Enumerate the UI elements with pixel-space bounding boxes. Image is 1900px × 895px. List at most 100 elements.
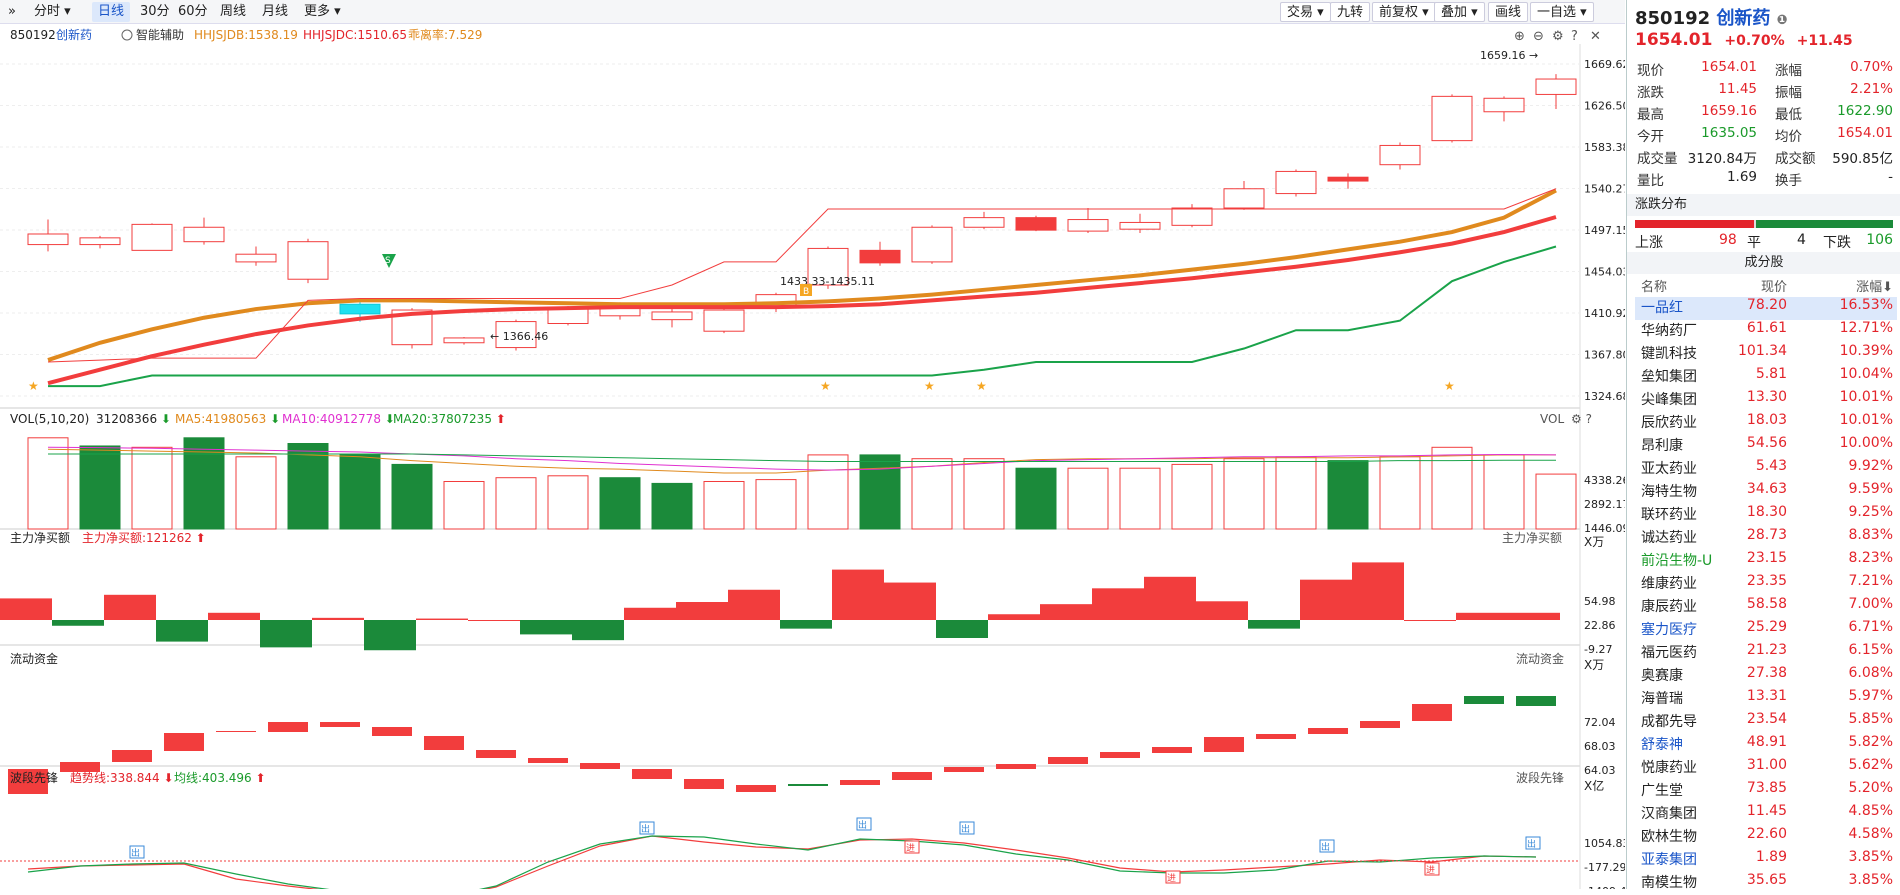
stock-name: 键凯科技 — [1641, 346, 1697, 362]
tab-timeshare[interactable]: 分时 ▾ — [28, 2, 77, 22]
vol-bar — [807, 454, 849, 530]
tab-more[interactable]: 更多 ▾ — [298, 2, 347, 22]
vol-bar — [79, 445, 121, 530]
zl-value: 主力净买额:121262 ⬆ — [82, 531, 206, 545]
ld-bar — [1100, 752, 1140, 758]
trade-button[interactable]: 交易 ▾ — [1280, 2, 1331, 22]
bd-in-marker: 进 — [904, 840, 920, 854]
minus-icon[interactable]: ⊖ — [1533, 29, 1544, 44]
vol-bar — [599, 477, 641, 530]
stock-name: 辰欣药业 — [1641, 415, 1697, 431]
vol-bar — [1067, 467, 1109, 530]
stock-pct: 6.08% — [1848, 665, 1893, 681]
overlay-button[interactable]: 叠加 ▾ — [1434, 2, 1485, 22]
stock-row[interactable]: 键凯科技 101.34 10.39% — [1635, 343, 1897, 366]
stock-row[interactable]: 诚达药业 28.73 8.83% — [1635, 527, 1897, 550]
axis-unit: X万 — [1584, 535, 1604, 549]
col-price[interactable]: 现价 — [1761, 276, 1787, 295]
vol-bar — [131, 446, 173, 530]
stock-row[interactable]: 悦康药业 31.00 5.62% — [1635, 757, 1897, 780]
stock-row[interactable]: 联环药业 18.30 9.25% — [1635, 504, 1897, 527]
stock-row[interactable]: 塞力医疗 25.29 6.71% — [1635, 619, 1897, 642]
stock-row[interactable]: 维康药业 23.35 7.21% — [1635, 573, 1897, 596]
assist-label[interactable]: 智能辅助 — [136, 27, 184, 42]
stock-row[interactable]: 广生堂 73.85 5.20% — [1635, 780, 1897, 803]
stock-price: 73.85 — [1746, 780, 1787, 796]
marker-label: 出 — [1321, 841, 1330, 853]
stock-pct: 6.15% — [1848, 642, 1893, 658]
stock-row[interactable]: 欧林生物 22.60 4.58% — [1635, 826, 1897, 849]
ld-bar — [164, 733, 204, 751]
help-icon[interactable]: ? — [1571, 29, 1578, 44]
stock-name: 尖峰集团 — [1641, 392, 1697, 408]
axis-unit: X亿 — [1584, 778, 1604, 793]
stock-row[interactable]: 前沿生物-U 23.15 8.23% — [1635, 550, 1897, 573]
stock-row[interactable]: 康辰药业 58.58 7.00% — [1635, 596, 1897, 619]
chart-area[interactable]: 850192 创新药 智能辅助 HHJSJDB:1538.19 HHJSJDC:… — [0, 24, 1633, 895]
stock-row[interactable]: 昂利康 54.56 10.00% — [1635, 435, 1897, 458]
stock-row[interactable]: 亚泰集团 1.89 3.85% — [1635, 849, 1897, 872]
stock-row[interactable]: 海特生物 34.63 9.59% — [1635, 481, 1897, 504]
stock-row[interactable]: 尖峰集团 13.30 10.01% — [1635, 389, 1897, 412]
stock-row[interactable]: 海普瑞 13.31 5.97% — [1635, 688, 1897, 711]
stock-row[interactable]: 福元医药 21.23 6.15% — [1635, 642, 1897, 665]
ld-bar — [1256, 734, 1296, 739]
stock-row[interactable]: 舒泰神 48.91 5.82% — [1635, 734, 1897, 757]
ld-bar — [424, 736, 464, 750]
vol-bar — [859, 454, 901, 530]
vol-bar — [1483, 454, 1525, 530]
tab-60min[interactable]: 60分 — [172, 2, 214, 22]
draw-line-button[interactable]: 画线 — [1488, 2, 1529, 22]
dist-bar — [1635, 220, 1893, 228]
tab-30min[interactable]: 30分 — [134, 2, 176, 22]
close-icon[interactable]: ✕ — [1590, 29, 1601, 44]
candle-body — [651, 311, 693, 321]
tab-monthly[interactable]: 月线 — [256, 2, 294, 22]
quote-label: 最高 — [1637, 107, 1664, 123]
col-name[interactable]: 名称 — [1641, 276, 1667, 295]
kline-chart-svg[interactable]: 850192 创新药 智能辅助 HHJSJDB:1538.19 HHJSJDC:… — [0, 24, 1633, 895]
vol-bar — [963, 458, 1005, 530]
tab-weekly[interactable]: 周线 — [214, 2, 252, 22]
marker-label: 进 — [1426, 865, 1435, 876]
stock-row[interactable]: 垒知集团 5.81 10.04% — [1635, 366, 1897, 389]
settings-icon[interactable]: ⚙ — [1552, 29, 1564, 44]
info-icon[interactable]: ❶ — [1777, 13, 1788, 28]
axis-tick-label: 4338.26 — [1584, 474, 1625, 487]
stock-row[interactable]: 辰欣药业 18.03 10.01% — [1635, 412, 1897, 435]
fq-button[interactable]: 前复权 ▾ — [1372, 2, 1436, 22]
ld-bar — [1516, 696, 1556, 706]
stock-row[interactable]: 华纳药厂 61.61 12.71% — [1635, 320, 1897, 343]
collapse-icon[interactable]: » — [2, 2, 22, 22]
stock-row[interactable]: 亚太药业 5.43 9.92% — [1635, 458, 1897, 481]
stock-price: 23.35 — [1746, 573, 1787, 589]
stock-row[interactable]: 成都先导 23.54 5.85% — [1635, 711, 1897, 734]
nine-turn-button[interactable]: 九转 — [1330, 2, 1371, 22]
vol-right-title: VOL — [1540, 412, 1564, 426]
bd-out-marker: 出 — [639, 821, 655, 835]
bd-title: 波段先锋 — [10, 770, 58, 785]
stock-row[interactable]: 一品红 78.20 16.53% — [1635, 297, 1897, 320]
vol-settings-icon[interactable]: ⚙ ? — [1571, 412, 1592, 426]
watchlist-button[interactable]: 一自选 ▾ — [1530, 2, 1594, 22]
stock-row[interactable]: 奥赛康 27.38 6.08% — [1635, 665, 1897, 688]
quote-row: 成交量 3120.84万 成交额 590.85亿 — [1637, 147, 1893, 169]
quote-value: 2.21% — [1850, 81, 1893, 97]
tab-daily[interactable]: 日线 — [92, 2, 131, 22]
dist-down-fill — [1756, 220, 1893, 228]
stock-price: 27.38 — [1746, 665, 1787, 681]
stock-pct: 9.25% — [1848, 504, 1893, 520]
add-icon[interactable]: ⊕ — [1514, 29, 1525, 44]
ld-bar — [892, 772, 932, 780]
zl-bar — [1508, 612, 1560, 620]
ld-bar — [1360, 721, 1400, 728]
vol-bar — [1535, 473, 1577, 530]
stock-price: 22.60 — [1746, 826, 1787, 842]
stock-row[interactable]: 南模生物 35.65 3.85% — [1635, 872, 1897, 895]
candle-body — [27, 233, 69, 246]
stock-row[interactable]: 汉商集团 11.45 4.85% — [1635, 803, 1897, 826]
axis-tick-label: 2892.17 — [1584, 498, 1625, 511]
assist-toggle-icon[interactable] — [121, 29, 133, 41]
col-pct[interactable]: 涨幅⬇ — [1856, 276, 1893, 295]
stock-name: 诚达药业 — [1641, 530, 1697, 546]
